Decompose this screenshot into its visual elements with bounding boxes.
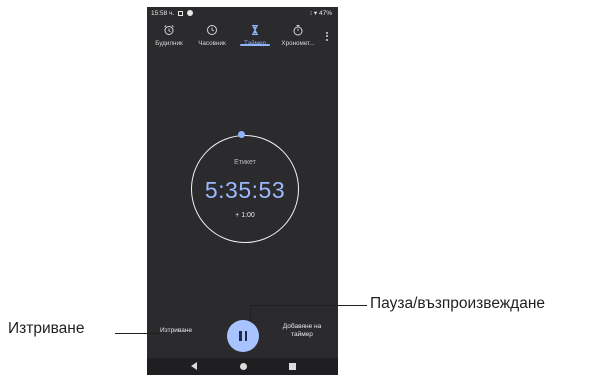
tab-alarm[interactable]: Будилник [147, 24, 191, 64]
timer-progress-dot [238, 131, 245, 138]
hourglass-icon [252, 25, 258, 35]
image-notification-icon [178, 11, 183, 16]
more-options-icon[interactable] [323, 30, 331, 44]
add-one-minute-button[interactable]: + 1:00 [191, 212, 299, 219]
tab-alarm-label: Будилник [155, 40, 183, 47]
navigation-bar [147, 358, 338, 375]
clock-icon [207, 25, 217, 35]
pause-icon [239, 331, 242, 341]
active-tab-indicator [240, 44, 270, 46]
recents-icon[interactable] [289, 363, 296, 370]
add-timer-button[interactable]: Добавяне на таймер [272, 323, 332, 339]
home-icon[interactable] [240, 363, 247, 370]
alarm-icon [164, 25, 174, 35]
pause-play-button[interactable] [227, 320, 259, 352]
timer-label[interactable]: Етикет [191, 159, 299, 166]
tab-clock-label: Часовник [198, 40, 226, 47]
status-battery: ⁝ ▾ 47% [310, 10, 332, 17]
callout-delete-label: Изтриване [8, 320, 85, 337]
tab-timer[interactable]: Таймер [233, 24, 277, 64]
settings-notification-icon [187, 10, 193, 16]
callout-pause-line-vertical [250, 305, 251, 321]
add-timer-label-line1: Добавяне на [282, 323, 322, 330]
callout-pause-line-horizontal [250, 305, 367, 306]
delete-button[interactable]: Изтриване [160, 327, 192, 334]
tab-stopwatch[interactable]: Хрономет... [276, 24, 320, 64]
callout-delete-line [115, 333, 160, 334]
callout-pause-label: Пауза/възпроизвеждане [370, 295, 546, 312]
tab-bar: Будилник Часовник Таймер Хрономет... [147, 24, 338, 64]
back-icon[interactable] [191, 362, 197, 370]
status-bar: 15:58 ч. ⁝ ▾ 47% [147, 7, 338, 20]
add-timer-label-line2: таймер [291, 331, 313, 338]
stopwatch-icon [293, 25, 303, 36]
tab-stopwatch-label: Хрономет... [281, 40, 315, 47]
pause-icon-bar [244, 331, 247, 341]
status-time: 15:58 ч. [151, 10, 175, 17]
timer-time-display: 5:35:53 [204, 177, 286, 203]
phone-screen: 15:58 ч. ⁝ ▾ 47% Будилник Часовник Хроно… [147, 7, 338, 375]
tab-clock[interactable]: Часовник [190, 24, 234, 64]
